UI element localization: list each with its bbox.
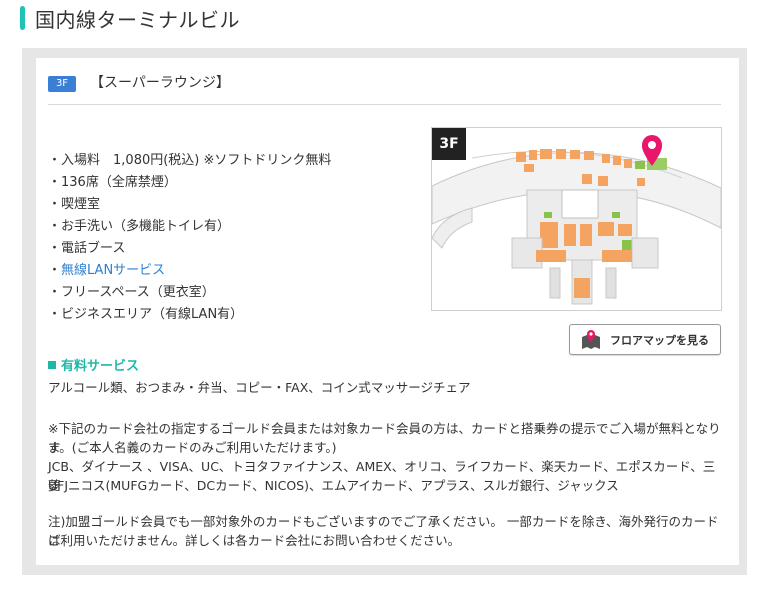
paid-services-text: アルコール類、おつまみ・弁当、コピー・FAX、コイン式マッサージチェア [48, 380, 471, 395]
facility-item: ・電話ブース [48, 241, 126, 256]
map-pin-icon [582, 329, 600, 349]
facility-item: ・入場料 1,080円(税込) ※ソフトドリンク無料 [48, 153, 332, 168]
page-title: 国内線ターミナルビル [20, 2, 240, 34]
divider [48, 104, 721, 105]
paid-services-heading: 有料サービス [48, 355, 139, 374]
facility-item: ・136席（全席禁煙） [48, 175, 177, 190]
floor-map-button[interactable]: フロアマップを見る [569, 324, 721, 355]
facility-list: ・入場料 1,080円(税込) ※ソフトドリンク無料 ・136席（全席禁煙） ・… [48, 150, 331, 326]
card-list-line: UFJニコス(MUFGカード、DCカード、NICOS)、エムアイカード、アプラス… [48, 478, 619, 493]
floor-map-button-label: フロアマップを見る [610, 333, 709, 347]
floor-tag: 3F [48, 76, 76, 92]
facility-item: ・ビジネスエリア（有線LAN有） [48, 307, 244, 322]
map-floor-badge: 3F [432, 128, 466, 160]
facility-item: ・フリースペース（更衣室） [48, 285, 215, 300]
facility-item: ・喫煙室 [48, 197, 101, 212]
wifi-service-link[interactable]: 無線LANサービス [61, 263, 165, 278]
floor-map-image [432, 135, 721, 305]
facility-item: ・お手洗い（多機能トイレ有） [48, 219, 231, 234]
lounge-name: 【スーパーラウンジ】 [90, 75, 230, 91]
square-bullet-icon [48, 360, 56, 369]
facility-item-wifi: ・無線LANサービス [48, 263, 166, 278]
footnote-line: ご利用いただけません。詳しくは各カード会社にお問い合わせください。 [48, 533, 461, 548]
floor-map-thumbnail[interactable]: 3F [431, 127, 722, 311]
page-title-text: 国内線ターミナルビル [35, 7, 240, 32]
card-note-line: す。(ご本人名義のカードのみご利用いただけます。) [48, 440, 337, 455]
title-accent-bar [20, 6, 25, 30]
